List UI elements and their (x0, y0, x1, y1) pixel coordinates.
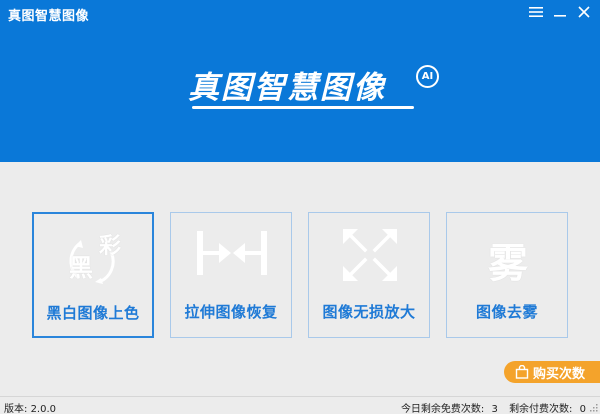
free-count-value: 3 (491, 404, 498, 414)
colorize-main-glyph: 黑 (69, 254, 93, 282)
free-count-label: 今日剩余免费次数: (400, 404, 485, 414)
dehaze-glyph: 雾 (488, 241, 528, 287)
status-bar: 版本: 2.0.0 今日剩余免费次数: 3 剩余付费次数: 0 (0, 396, 600, 414)
resize-grip-icon[interactable] (589, 403, 598, 412)
feature-label: 图像去雾 (475, 303, 538, 321)
header-banner: 真图智慧图像 真图智慧图像 AI (0, 0, 600, 162)
hamburger-menu-icon (529, 7, 543, 17)
colorize-icon: 黑 彩 (55, 226, 135, 286)
close-icon (578, 6, 590, 18)
buy-credits-button[interactable]: 购买次数 (504, 361, 600, 383)
feature-card-lossless-enlarge[interactable]: 图像无损放大 (308, 212, 430, 338)
menu-button[interactable] (526, 2, 546, 22)
logo-text: 真图智慧图像 (188, 70, 386, 106)
feature-label: 拉伸图像恢复 (184, 303, 278, 321)
feature-label: 图像无损放大 (322, 303, 416, 321)
paid-count-label: 剩余付费次数: (509, 404, 573, 414)
close-button[interactable] (574, 2, 594, 22)
title-bar: 真图智慧图像 (0, 0, 600, 26)
colorize-side-glyph: 彩 (99, 234, 122, 259)
version-label: 版本: (4, 404, 28, 414)
version-info: 版本: 2.0.0 (4, 400, 56, 414)
feature-card-stretch-restore[interactable]: 拉伸图像恢复 (170, 212, 292, 338)
buy-credits-label: 购买次数 (533, 366, 586, 382)
logo-underline (192, 106, 414, 109)
app-logo: 真图智慧图像 AI (188, 62, 448, 112)
feature-cards: 黑 彩 黑白图像上色 拉伸图像恢复 图像无损放大 雾 图像去雾 (32, 212, 572, 338)
paid-count-value: 0 (579, 404, 586, 414)
lossless-enlarge-icon (330, 225, 410, 285)
feature-card-colorize[interactable]: 黑 彩 黑白图像上色 (32, 212, 154, 338)
stretch-restore-icon (192, 225, 272, 285)
dehaze-icon: 雾 (468, 225, 548, 287)
window-controls (526, 2, 594, 22)
minimize-icon (554, 15, 566, 17)
usage-counts: 今日剩余免费次数: 3 剩余付费次数: 0 (401, 400, 586, 414)
feature-card-dehaze[interactable]: 雾 图像去雾 (446, 212, 568, 338)
feature-label: 黑白图像上色 (46, 304, 140, 322)
shopping-bag-icon (515, 365, 529, 379)
ai-badge: AI (416, 65, 439, 88)
minimize-button[interactable] (550, 2, 570, 22)
version-value: 2.0.0 (30, 404, 57, 414)
app-title: 真图智慧图像 (8, 9, 90, 24)
